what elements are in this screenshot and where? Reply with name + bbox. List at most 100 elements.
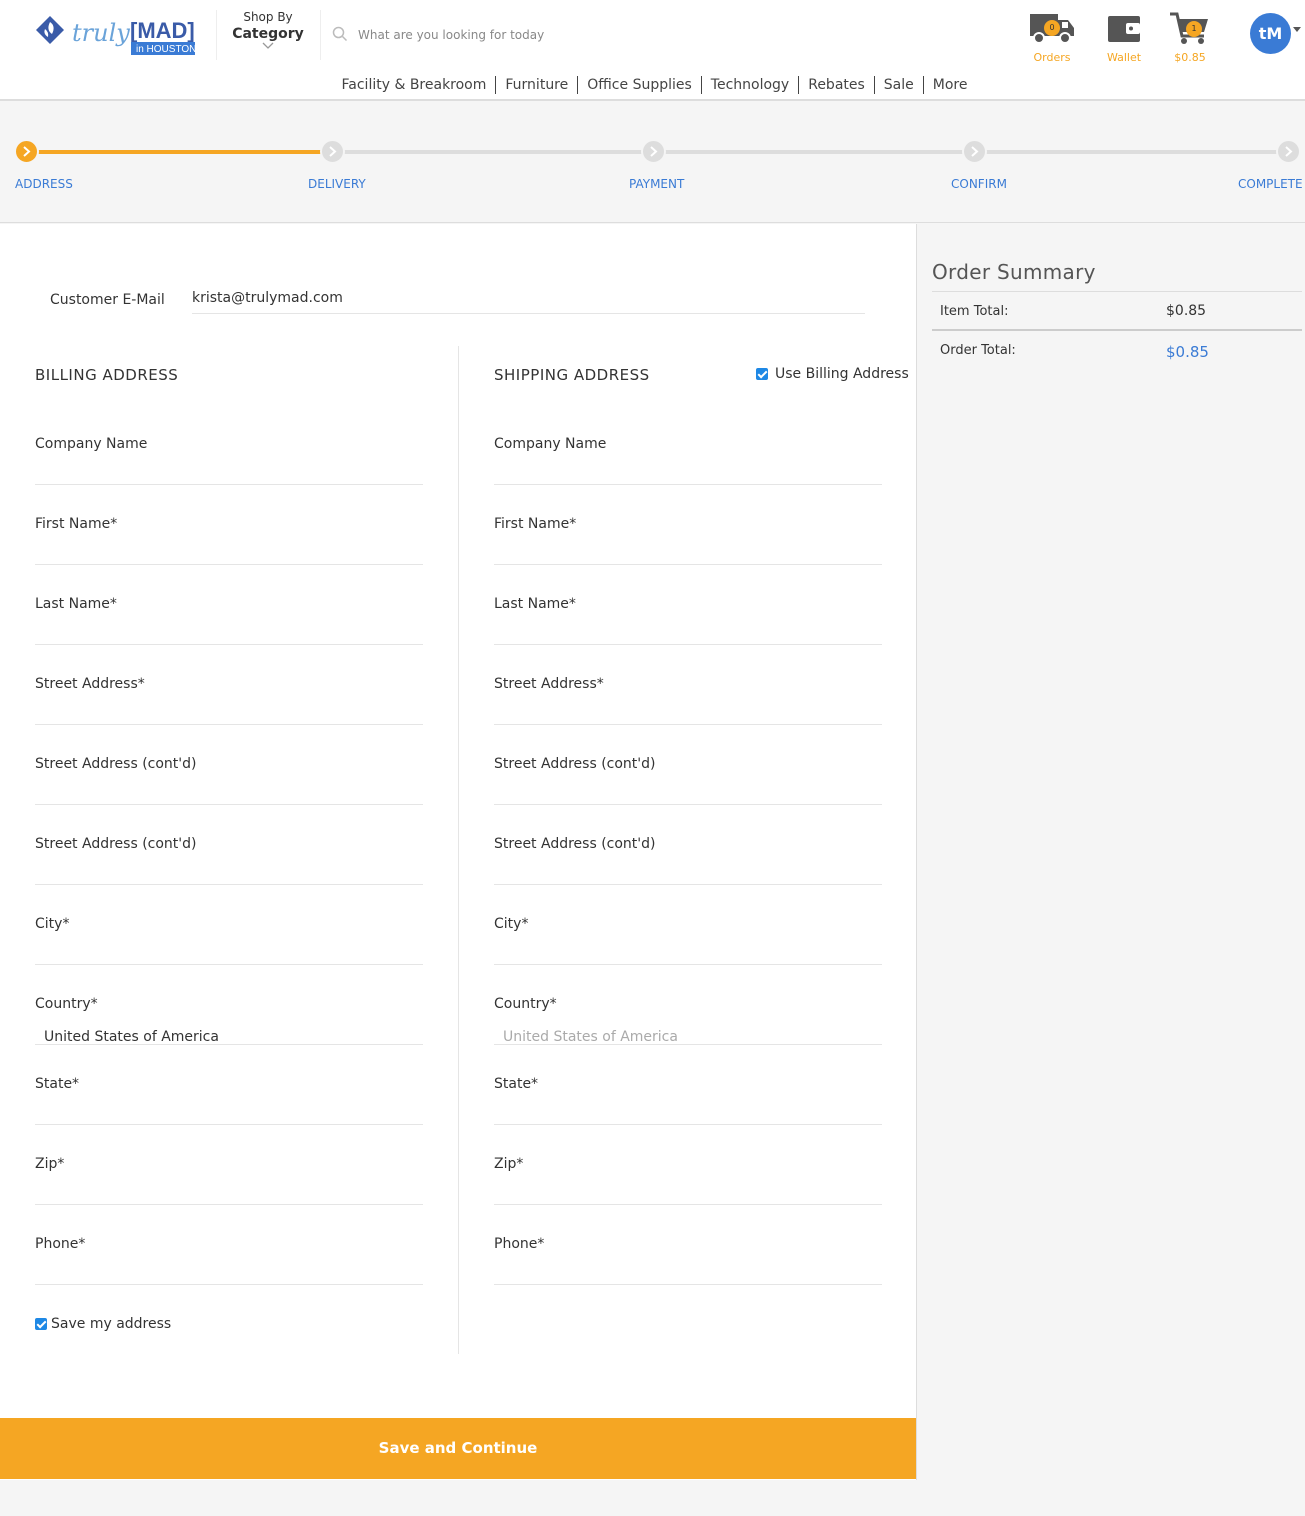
orders-badge: 0: [1044, 20, 1060, 36]
step-address[interactable]: ADDRESS: [15, 177, 73, 191]
caret-down-icon[interactable]: [1293, 27, 1301, 32]
billing-field[interactable]: Street Address (cont'd): [35, 836, 423, 916]
field-underline: [35, 1204, 423, 1205]
nav-item[interactable]: More: [924, 76, 977, 94]
nav-item[interactable]: Technology: [702, 76, 800, 94]
billing-field[interactable]: Company Name: [35, 436, 423, 516]
step-address-marker[interactable]: [14, 139, 39, 164]
save-and-continue-button[interactable]: Save and Continue: [0, 1418, 916, 1479]
field-underline: [494, 564, 882, 565]
search-input[interactable]: [358, 24, 998, 46]
field-underline: [35, 1124, 423, 1125]
field-label: Zip*: [494, 1156, 524, 1172]
field-label: State*: [494, 1076, 539, 1092]
summary-divider: [932, 329, 1302, 331]
shipping-field[interactable]: Last Name*: [494, 596, 882, 676]
order-summary: Order Summary Item Total: $0.85 Order To…: [916, 224, 1305, 1480]
field-label: Phone*: [35, 1236, 86, 1252]
order-summary-title: Order Summary: [932, 260, 1096, 284]
nav-item[interactable]: Facility & Breakroom: [333, 76, 497, 94]
billing-field[interactable]: Street Address (cont'd): [35, 756, 423, 836]
cart-total: $0.85: [1174, 51, 1206, 64]
progress-track: [333, 150, 1288, 154]
field-label: Street Address*: [35, 676, 145, 692]
site-header: truly [MAD] in HOUSTON Shop By Category …: [0, 0, 1305, 101]
address-form: Customer E-Mail krista@trulymad.com BILL…: [0, 224, 916, 1480]
field-label: Last Name*: [35, 596, 117, 612]
step-delivery-marker[interactable]: [320, 139, 345, 164]
field-underline: [35, 1284, 423, 1285]
billing-field[interactable]: Phone*: [35, 1236, 423, 1316]
field-label: Zip*: [35, 1156, 65, 1172]
field-underline: [494, 884, 882, 885]
checkbox-checked-icon[interactable]: [35, 1318, 47, 1330]
billing-field[interactable]: City*: [35, 916, 423, 996]
field-label: Street Address*: [494, 676, 604, 692]
field-label: Street Address (cont'd): [494, 756, 656, 772]
field-underline: [35, 804, 423, 805]
avatar[interactable]: tM: [1250, 13, 1291, 54]
billing-address-title: BILLING ADDRESS: [35, 366, 179, 384]
shipping-field[interactable]: Street Address (cont'd): [494, 756, 882, 836]
shipping-field[interactable]: Phone*: [494, 1236, 882, 1316]
checkout-progress: ADDRESS DELIVERY PAYMENT CONFIRM COMPLET…: [0, 101, 1305, 223]
field-label: First Name*: [494, 516, 577, 532]
shipping-field[interactable]: Street Address*: [494, 676, 882, 756]
nav-item[interactable]: Sale: [875, 76, 924, 94]
field-label: City*: [35, 916, 70, 932]
nav-item[interactable]: Rebates: [799, 76, 875, 94]
shipping-field[interactable]: Zip*: [494, 1156, 882, 1236]
step-complete-marker[interactable]: [1276, 139, 1301, 164]
shipping-field[interactable]: Company Name: [494, 436, 882, 516]
step-payment-marker[interactable]: [641, 139, 666, 164]
email-field[interactable]: krista@trulymad.com: [192, 290, 865, 314]
column-divider: [458, 346, 459, 1354]
step-complete[interactable]: COMPLETE: [1238, 177, 1303, 191]
shipping-field[interactable]: Country* United States of America: [494, 996, 882, 1076]
orders-button[interactable]: 0 Orders: [1028, 10, 1076, 64]
category-label: Category: [232, 26, 304, 42]
billing-field[interactable]: Country* United States of America: [35, 996, 423, 1076]
save-address-checkbox[interactable]: Save my address: [35, 1316, 171, 1332]
billing-field[interactable]: Last Name*: [35, 596, 423, 676]
field-underline: [494, 1204, 882, 1205]
field-underline: [494, 1124, 882, 1125]
step-delivery[interactable]: DELIVERY: [308, 177, 366, 191]
wallet-button[interactable]: Wallet: [1104, 10, 1144, 64]
field-underline: [35, 724, 423, 725]
billing-field[interactable]: Street Address*: [35, 676, 423, 756]
step-confirm[interactable]: CONFIRM: [951, 177, 1007, 191]
field-underline: [494, 644, 882, 645]
wallet-label: Wallet: [1106, 51, 1142, 64]
field-label: First Name*: [35, 516, 118, 532]
field-value: United States of America: [503, 1029, 678, 1045]
step-payment[interactable]: PAYMENT: [629, 177, 684, 191]
item-total-label: Item Total:: [940, 304, 1009, 319]
step-confirm-marker[interactable]: [962, 139, 987, 164]
shipping-field[interactable]: Street Address (cont'd): [494, 836, 882, 916]
nav-item[interactable]: Office Supplies: [578, 76, 702, 94]
use-billing-address-checkbox[interactable]: Use Billing Address: [756, 366, 909, 382]
field-label: Country*: [35, 996, 98, 1012]
shipping-field[interactable]: First Name*: [494, 516, 882, 596]
field-underline: [35, 884, 423, 885]
nav-item[interactable]: Furniture: [496, 76, 579, 94]
field-underline: [35, 964, 423, 965]
use-billing-address-label: Use Billing Address: [775, 366, 909, 382]
site-logo[interactable]: truly [MAD] in HOUSTON: [32, 8, 202, 64]
field-label: City*: [494, 916, 529, 932]
billing-field[interactable]: Zip*: [35, 1156, 423, 1236]
summary-divider: [932, 291, 1302, 292]
shipping-field[interactable]: State*: [494, 1076, 882, 1156]
field-label: Street Address (cont'd): [494, 836, 656, 852]
checkbox-checked-icon[interactable]: [756, 368, 768, 380]
shipping-field[interactable]: City*: [494, 916, 882, 996]
cart-button[interactable]: 1 $0.85: [1168, 10, 1212, 64]
email-label: Customer E-Mail: [50, 292, 165, 308]
field-value[interactable]: United States of America: [44, 1029, 219, 1045]
shop-by-label: Shop By: [243, 10, 293, 24]
billing-field[interactable]: State*: [35, 1076, 423, 1156]
billing-field[interactable]: First Name*: [35, 516, 423, 596]
shop-by-category-button[interactable]: Shop By Category: [228, 10, 308, 52]
field-underline: [494, 964, 882, 965]
